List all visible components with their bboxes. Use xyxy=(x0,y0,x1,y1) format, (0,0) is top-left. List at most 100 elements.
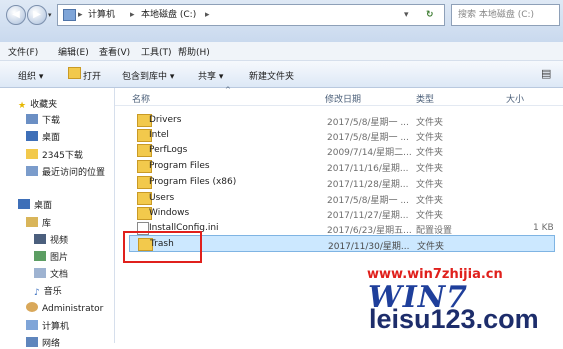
nav-recent[interactable]: 最近访问的位置 xyxy=(26,165,105,178)
nav-music[interactable]: ♪ 音乐 xyxy=(34,284,62,298)
file-type: 文件夹 xyxy=(416,196,444,206)
nav-label: 桌面 xyxy=(42,133,61,143)
search-input[interactable]: 搜索 本地磁盘 (C:) xyxy=(451,4,560,26)
recent-places-icon xyxy=(26,166,38,176)
file-row[interactable]: Program Files (x86) 2017/11/28/星期... 文件夹 xyxy=(135,175,555,190)
file-row[interactable]: Users 2017/5/8/星期一 ... 文件夹 xyxy=(135,191,555,206)
menu-help[interactable]: 帮助(H) xyxy=(178,45,210,58)
download-icon xyxy=(26,114,38,124)
menu-bar: 文件(F) 编辑(E) 查看(V) 工具(T) 帮助(H) xyxy=(0,42,563,61)
breadcrumb-computer[interactable]: 计算机 xyxy=(88,5,115,25)
file-row[interactable]: Intel 2017/5/8/星期一 ... 文件夹 xyxy=(135,128,555,143)
open-icon xyxy=(68,67,81,79)
nav-desktop-root[interactable]: 桌面 xyxy=(18,198,52,211)
file-type: 文件夹 xyxy=(416,148,444,158)
nav-videos[interactable]: 视频 xyxy=(34,233,68,246)
highlight-box xyxy=(123,231,202,263)
file-date: 2017/11/27/星期... xyxy=(327,211,409,221)
video-icon xyxy=(34,234,46,244)
file-type: 文件夹 xyxy=(416,164,444,174)
nav-computer[interactable]: 计算机 xyxy=(26,319,69,332)
include-library-button[interactable]: 包含到库中 ▾ xyxy=(122,69,174,82)
file-name: PerfLogs xyxy=(149,145,188,155)
file-name: Program Files xyxy=(149,161,210,171)
nav-label: 桌面 xyxy=(34,201,53,211)
nav-desktop[interactable]: 桌面 xyxy=(26,130,60,143)
nav-label: Administrator xyxy=(42,304,104,314)
desktop-icon xyxy=(18,199,30,209)
breadcrumb-sep-icon: ▸ xyxy=(205,10,210,20)
nav-documents[interactable]: 文档 xyxy=(34,267,68,280)
column-size[interactable]: 大小 xyxy=(506,92,524,105)
nav-label: 网络 xyxy=(42,339,61,349)
breadcrumb-sep-icon: ▸ xyxy=(130,10,135,20)
view-options-icon[interactable]: ▤ xyxy=(541,67,551,80)
file-type: 文件夹 xyxy=(417,242,445,252)
refresh-icon[interactable]: ↻ xyxy=(426,5,434,25)
column-date[interactable]: 修改日期 xyxy=(325,92,361,105)
menu-tools[interactable]: 工具(T) xyxy=(141,45,172,58)
nav-label: 2345下载 xyxy=(42,151,83,161)
open-button[interactable]: 打开 xyxy=(83,69,101,82)
nav-libraries[interactable]: 库 xyxy=(26,216,51,229)
desktop-icon xyxy=(26,131,38,141)
nav-label: 文档 xyxy=(50,270,69,280)
nav-pictures[interactable]: 图片 xyxy=(34,250,68,263)
file-date: 2017/5/8/星期一 ... xyxy=(327,196,409,206)
file-name: Intel xyxy=(149,130,169,140)
forward-button[interactable]: ▶ xyxy=(27,5,47,25)
file-date: 2017/11/16/星期... xyxy=(327,164,409,174)
breadcrumb-drive[interactable]: 本地磁盘 (C:) xyxy=(141,5,196,25)
address-input[interactable]: ▸ 计算机 ▸ 本地磁盘 (C:) ▸ ▾ ↻ xyxy=(57,4,445,26)
nav-label: 收藏夹 xyxy=(30,100,58,110)
menu-edit[interactable]: 编辑(E) xyxy=(58,45,89,58)
watermark-site: leisu123.com xyxy=(369,304,539,334)
file-date: 2009/7/14/星期二... xyxy=(327,148,412,158)
file-row[interactable]: Program Files 2017/11/16/星期... 文件夹 xyxy=(135,159,555,174)
nav-2345downloads[interactable]: 2345下载 xyxy=(26,148,83,161)
network-icon xyxy=(26,337,38,347)
nav-label: 音乐 xyxy=(43,287,62,297)
recent-dropdown-icon[interactable]: ▾ xyxy=(48,11,52,19)
file-date: 2017/5/8/星期一 ... xyxy=(327,133,409,143)
file-name: Users xyxy=(149,193,175,203)
computer-icon xyxy=(26,320,38,330)
picture-icon xyxy=(34,251,46,261)
menu-view[interactable]: 查看(V) xyxy=(99,45,130,58)
column-name[interactable]: 名称 xyxy=(132,92,150,105)
file-row[interactable]: PerfLogs 2009/7/14/星期二... 文件夹 xyxy=(135,143,555,158)
library-icon xyxy=(26,217,38,227)
sort-arrow-icon: ^ xyxy=(225,86,231,94)
file-size: 1 KB xyxy=(533,223,554,233)
computer-icon xyxy=(63,9,76,21)
command-bar: 组织 ▾ 打开 包含到库中 ▾ 共享 ▾ 新建文件夹 ▤ xyxy=(0,61,563,88)
new-folder-button[interactable]: 新建文件夹 xyxy=(249,69,294,82)
navigation-pane: ★ 收藏夹 下载 桌面 2345下载 最近访问的位置 桌面 库 视频 图片 文档 … xyxy=(0,88,115,349)
menu-file[interactable]: 文件(F) xyxy=(8,45,38,58)
column-header: 名称 ^ 修改日期 类型 大小 xyxy=(115,86,563,106)
nav-label: 库 xyxy=(42,219,52,229)
nav-label: 下载 xyxy=(42,116,61,126)
music-icon: ♪ xyxy=(34,288,40,298)
organize-button[interactable]: 组织 ▾ xyxy=(18,69,43,82)
share-button[interactable]: 共享 ▾ xyxy=(198,69,223,82)
document-icon xyxy=(34,268,46,278)
column-type[interactable]: 类型 xyxy=(416,92,434,105)
file-name: Windows xyxy=(149,208,190,218)
breadcrumb-sep-icon: ▸ xyxy=(78,10,83,20)
nav-label: 最近访问的位置 xyxy=(42,168,106,178)
nav-administrator[interactable]: Administrator xyxy=(26,302,103,314)
file-row[interactable]: Drivers 2017/5/8/星期一 ... 文件夹 xyxy=(135,113,555,128)
file-type: 文件夹 xyxy=(416,180,444,190)
file-name: Drivers xyxy=(149,115,182,125)
nav-downloads[interactable]: 下载 xyxy=(26,113,60,126)
star-icon: ★ xyxy=(18,101,27,111)
address-area: ◀ ▶ ▾ ▸ 计算机 ▸ 本地磁盘 (C:) ▸ ▾ ↻ 搜索 本地磁盘 (C… xyxy=(0,0,563,42)
file-row[interactable]: Windows 2017/11/27/星期... 文件夹 xyxy=(135,206,555,221)
nav-label: 视频 xyxy=(50,236,69,246)
file-date: 2017/11/30/星期... xyxy=(328,242,410,252)
back-button[interactable]: ◀ xyxy=(6,5,26,25)
nav-favorites[interactable]: ★ 收藏夹 xyxy=(18,97,57,111)
address-dropdown-icon[interactable]: ▾ xyxy=(404,5,409,25)
nav-label: 图片 xyxy=(50,253,69,263)
